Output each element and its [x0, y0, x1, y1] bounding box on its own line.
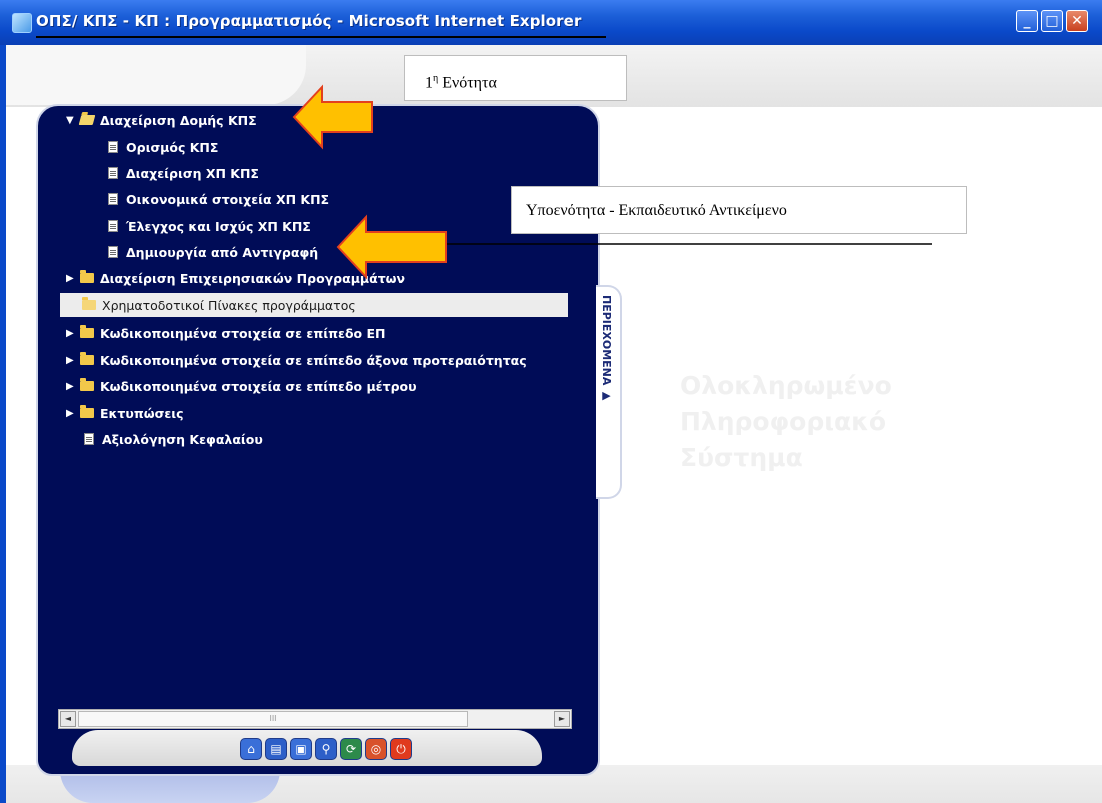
tree-item-label: Ορισμός ΚΠΣ [126, 139, 219, 155]
folder-icon [80, 270, 94, 283]
tree-item-printouts[interactable]: ▶ Εκτυπώσεις [66, 403, 184, 423]
tree-item-financing-tables[interactable]: Χρηματοδοτικοί Πίνακες προγράμματος [60, 293, 568, 317]
lifebuoy-icon: ◎ [370, 742, 382, 756]
window-title: ΟΠΣ/ ΚΠΣ - ΚΠ : Προγραμματισμός - Micros… [36, 12, 582, 30]
document-icon [108, 193, 118, 205]
scroll-right-button[interactable]: ► [554, 711, 570, 727]
package-icon: ▣ [295, 742, 307, 756]
tree-item-capital-evaluation[interactable]: Αξιολόγηση Κεφαλαίου [84, 429, 263, 449]
callout-subsection: Υποενότητα - Εκπαιδευτικό Αντικείμενο [511, 186, 967, 234]
book-icon: ▤ [270, 742, 282, 756]
contents-tab-label: ΠΕΡΙΕΧΟΜΕΝΑ ▶ [600, 295, 613, 403]
tree-item-coded-ep[interactable]: ▶ Κωδικοποιημένα στοιχεία σε επίπεδο ΕΠ [66, 323, 385, 343]
home-icon: ⌂ [247, 742, 255, 756]
scroll-thumb[interactable]: III [78, 711, 468, 727]
power-icon: ⏻ [396, 741, 406, 756]
refresh-button[interactable]: ⟳ [340, 738, 362, 760]
tree-item-label: Δημιουργία από Αντιγραφή [126, 244, 319, 260]
lifebuoy-button[interactable]: ◎ [365, 738, 387, 760]
folder-icon [80, 405, 94, 418]
tree-item-label: Έλεγχος και Ισχύς ΧΠ ΚΠΣ [126, 218, 311, 234]
document-icon [108, 141, 118, 153]
document-icon [108, 167, 118, 179]
callout-section-number: 1 [425, 74, 433, 92]
home-button[interactable]: ⌂ [240, 738, 262, 760]
title-underline [36, 36, 606, 38]
top-tab-shape [6, 45, 306, 105]
system-watermark: Ολοκληρωμένο Πληροφοριακό Σύστημα [680, 368, 892, 476]
tree-item-coded-priority-axis[interactable]: ▶ Κωδικοποιημένα στοιχεία σε επίπεδο άξον… [66, 350, 527, 370]
collapsed-triangle-icon: ▶ [66, 407, 74, 419]
document-icon [108, 220, 118, 232]
tree-item-label: Εκτυπώσεις [100, 405, 184, 421]
document-icon [108, 246, 118, 258]
watermark-line-1: Ολοκληρωμένο [680, 371, 892, 400]
collapsed-triangle-icon: ▶ [66, 272, 74, 284]
internet-explorer-icon [12, 13, 32, 33]
tree-item-label: Κωδικοποιημένα στοιχεία σε επίπεδο μέτρο… [100, 378, 417, 394]
folder-icon [80, 352, 94, 365]
arrow-pointer-section [292, 84, 373, 150]
chevron-right-icon: ► [558, 714, 566, 723]
collapsed-triangle-icon: ▶ [66, 380, 74, 392]
open-folder-icon [78, 115, 96, 125]
folder-icon [80, 378, 94, 391]
collapsed-triangle-icon: ▶ [66, 327, 74, 339]
book-button[interactable]: ▤ [265, 738, 287, 760]
tree-item-manage-xp[interactable]: Διαχείριση ΧΠ ΚΠΣ [108, 163, 259, 183]
tree-item-coded-measure[interactable]: ▶ Κωδικοποιημένα στοιχεία σε επίπεδο μέτρ… [66, 376, 417, 396]
close-button[interactable]: ✕ [1066, 10, 1088, 32]
refresh-icon: ⟳ [345, 742, 357, 756]
tree-item-control-validity[interactable]: Έλεγχος και Ισχύς ΧΠ ΚΠΣ [108, 216, 311, 236]
tree-item-define-kps[interactable]: Ορισμός ΚΠΣ [108, 137, 218, 157]
tree-item-label: Κωδικοποιημένα στοιχεία σε επίπεδο άξονα… [100, 352, 527, 368]
watermark-line-3: Σύστημα [680, 443, 803, 472]
horizontal-scrollbar[interactable]: ◄ III ► [58, 709, 572, 729]
contents-side-tab[interactable]: ΠΕΡΙΕΧΟΜΕΝΑ ▶ [596, 285, 622, 499]
tree-item-create-from-copy[interactable]: Δημιουργία από Αντιγραφή [108, 242, 318, 262]
power-button[interactable]: ⏻ [390, 738, 412, 760]
tree-item-label: Χρηματοδοτικοί Πίνακες προγράμματος [102, 297, 356, 313]
tree-item-structure-management[interactable]: ▼ Διαχείριση Δομής ΚΠΣ [66, 110, 257, 130]
maximize-icon: □ [1045, 13, 1059, 29]
scroll-left-button[interactable]: ◄ [60, 711, 76, 727]
search-button[interactable]: ⚲ [315, 738, 337, 760]
callout-section-word: Ενότητα [438, 74, 497, 92]
collapsed-triangle-icon: ▶ [66, 354, 74, 366]
folder-icon [80, 325, 94, 338]
callout-subsection-text: Υποενότητα - Εκπαιδευτικό Αντικείμενο [526, 202, 787, 219]
arrow-pointer-subsection [336, 214, 447, 280]
window-titlebar: ΟΠΣ/ ΚΠΣ - ΚΠ : Προγραμματισμός - Micros… [0, 0, 1102, 46]
watermark-line-2: Πληροφοριακό [680, 407, 887, 436]
tree-item-financial-data[interactable]: Οικονομικά στοιχεία ΧΠ ΚΠΣ [108, 189, 329, 209]
tree-item-label: Διαχείριση Δομής ΚΠΣ [100, 112, 257, 128]
expanded-triangle-icon: ▼ [66, 114, 74, 126]
folder-icon [82, 297, 96, 310]
maximize-button[interactable]: □ [1041, 10, 1063, 32]
tree-item-label: Διαχείριση ΧΠ ΚΠΣ [126, 165, 259, 181]
scroll-grip: III [269, 714, 277, 723]
tree-item-label: Αξιολόγηση Κεφαλαίου [102, 431, 263, 447]
close-icon: ✕ [1071, 13, 1083, 29]
callout-section: 1η Ενότητα [404, 55, 627, 101]
tree-item-label: Οικονομικά στοιχεία ΧΠ ΚΠΣ [126, 191, 330, 207]
chevron-left-icon: ◄ [64, 714, 72, 723]
minimize-icon: _ [1023, 13, 1031, 29]
package-button[interactable]: ▣ [290, 738, 312, 760]
search-icon: ⚲ [321, 742, 331, 756]
document-icon [84, 433, 94, 445]
callout-connector-line [420, 243, 932, 245]
minimize-button[interactable]: _ [1016, 10, 1038, 32]
tree-item-label: Κωδικοποιημένα στοιχεία σε επίπεδο ΕΠ [100, 325, 386, 341]
